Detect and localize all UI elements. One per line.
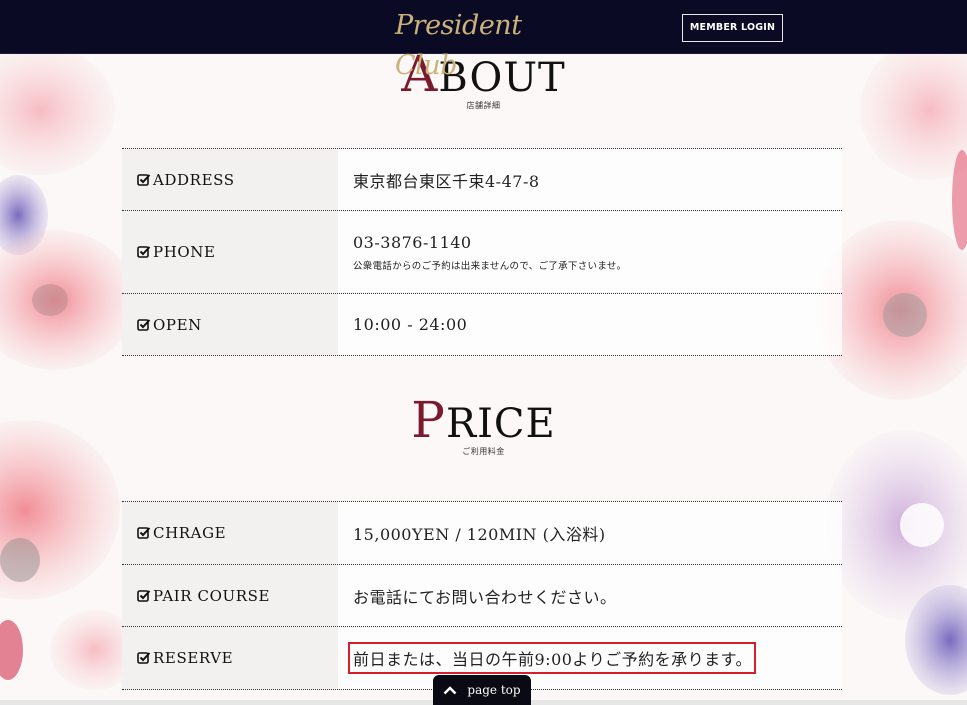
row-value-charge: 15,000YEN / 120MIN (入浴料)	[338, 502, 842, 564]
phone-number-link[interactable]: 03-3876-1140	[353, 233, 842, 252]
price-heading: PRICE	[0, 395, 967, 447]
price-subheading: ご利用料金	[462, 447, 505, 456]
page-top-button[interactable]: page top	[433, 675, 531, 705]
table-row-phone: PHONE 03-3876-1140 公衆電話からのご予約は出来ませんので、ご了…	[122, 211, 842, 294]
row-label-address: ADDRESS	[122, 149, 338, 210]
row-label-charge: CHRAGE	[122, 502, 338, 564]
row-value-phone: 03-3876-1140 公衆電話からのご予約は出来ませんので、ご了承下さいませ…	[338, 211, 842, 293]
row-label-open: OPEN	[122, 294, 338, 355]
open-hours-text: 10:00 - 24:00	[353, 315, 468, 334]
table-row-pair-course: PAIR COURSE お電話にてお問い合わせください。	[122, 565, 842, 627]
about-subheading: 店舗詳細	[466, 101, 501, 110]
price-heading-rest: RICE	[445, 401, 556, 447]
row-label-phone: PHONE	[122, 211, 338, 293]
row-value-address: 東京都台東区千束4-47-8	[338, 149, 842, 210]
member-login-button[interactable]: MEMBER LOGIN	[682, 14, 783, 42]
about-info-table: ADDRESS 東京都台東区千束4-47-8 PHONE 03-3876-114…	[122, 148, 842, 356]
page-top-label: page top	[467, 683, 521, 697]
about-heading: ABOUT	[0, 49, 967, 101]
row-label-text: CHRAGE	[153, 524, 227, 542]
table-row-open: OPEN 10:00 - 24:00	[122, 294, 842, 356]
checkbox-checked-icon	[137, 318, 151, 331]
row-label-reserve: RESERVE	[122, 627, 338, 689]
row-value-reserve: 前日または、当日の午前9:00よりご予約を承ります。	[338, 627, 842, 689]
reserve-highlight-text: 前日または、当日の午前9:00よりご予約を承ります。	[348, 642, 757, 674]
table-row-charge: CHRAGE 15,000YEN / 120MIN (入浴料)	[122, 502, 842, 565]
chevron-up-icon	[444, 686, 457, 695]
checkbox-checked-icon	[137, 246, 151, 258]
checkbox-checked-icon	[137, 589, 151, 602]
about-section-title: ABOUT 店舗詳細	[0, 49, 967, 111]
row-label-pair-course: PAIR COURSE	[122, 565, 338, 626]
pair-course-text: お電話にてお問い合わせください。	[353, 587, 617, 607]
row-label-text: PHONE	[153, 243, 216, 261]
row-label-text: ADDRESS	[153, 170, 235, 189]
site-logo[interactable]: President Club	[395, 6, 575, 81]
price-heading-initial: P	[411, 391, 446, 449]
row-value-open: 10:00 - 24:00	[338, 294, 842, 355]
checkbox-checked-icon	[137, 652, 151, 664]
row-label-text: RESERVE	[153, 649, 234, 667]
price-section-title: PRICE ご利用料金	[0, 395, 967, 457]
row-label-text: OPEN	[153, 315, 202, 334]
charge-text: 15,000YEN / 120MIN (入浴料)	[353, 525, 606, 544]
checkbox-checked-icon	[137, 527, 151, 539]
site-header: President Club MEMBER LOGIN	[0, 0, 967, 81]
row-value-pair-course: お電話にてお問い合わせください。	[338, 565, 842, 626]
price-info-table: CHRAGE 15,000YEN / 120MIN (入浴料) PAIR COU…	[122, 501, 842, 690]
about-heading-rest: BOUT	[438, 55, 566, 101]
address-text: 東京都台東区千束4-47-8	[353, 171, 540, 191]
row-label-text: PAIR COURSE	[153, 586, 271, 605]
phone-note: 公衆電話からのご予約は出来ませんので、ご了承下さいませ。	[353, 260, 627, 272]
table-row-address: ADDRESS 東京都台東区千束4-47-8	[122, 149, 842, 211]
checkbox-checked-icon	[137, 173, 151, 186]
